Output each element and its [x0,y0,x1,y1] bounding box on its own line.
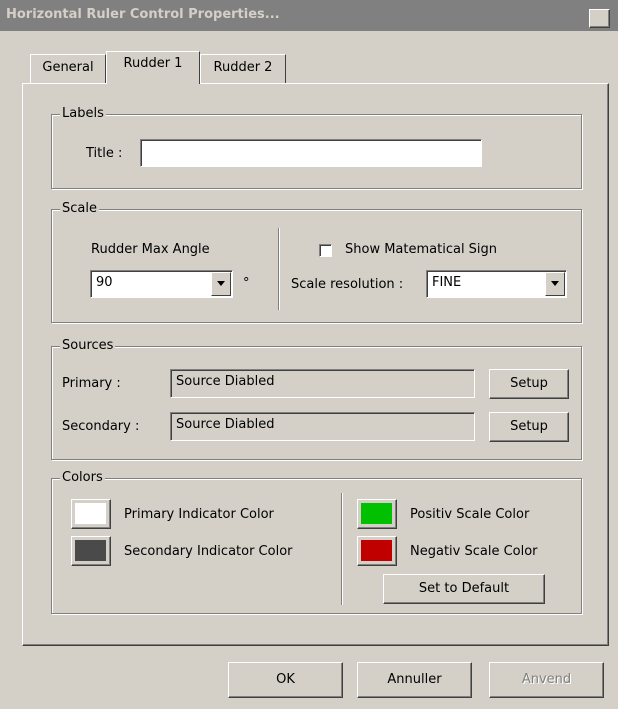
show-sign-label: Show Matematical Sign [345,242,498,257]
show-sign-checkbox[interactable] [319,244,332,257]
scale-legend: Scale [60,201,99,217]
negative-color-fill [361,540,392,561]
secondary-setup-button[interactable]: Setup [489,412,569,442]
resolution-select[interactable]: FINE [426,270,567,298]
primary-color-label: Primary Indicator Color [124,507,274,522]
tab-rudder-1[interactable]: Rudder 1 [106,51,200,84]
secondary-color-swatch[interactable] [71,536,111,566]
tab-general-label: General [42,60,94,75]
primary-label: Primary : [62,376,121,391]
scale-divider [278,228,280,310]
max-angle-label: Rudder Max Angle [91,242,210,257]
scale-group: Scale Rudder Max Angle 90 ° Show Matemat… [51,201,582,323]
title-bar: Horizontal Ruler Control Properties... × [0,0,618,31]
positive-color-fill [361,503,392,524]
degree-label: ° [243,276,250,291]
close-button[interactable]: × [589,9,610,28]
close-icon: × [593,10,606,26]
tab-rudder-1-label: Rudder 1 [123,56,183,71]
primary-setup-button[interactable]: Setup [489,369,569,399]
chevron-down-icon[interactable] [211,272,231,296]
secondary-label: Secondary : [62,419,140,434]
sources-group: Sources Primary : Source Diabled Setup S… [51,338,582,460]
negative-color-label: Negativ Scale Color [410,544,538,559]
positive-color-label: Positiv Scale Color [410,507,530,522]
secondary-color-label: Secondary Indicator Color [124,544,293,559]
set-default-button[interactable]: Set to Default [383,574,545,604]
colors-legend: Colors [60,470,105,486]
labels-group: Labels Title : [51,106,582,189]
max-angle-select[interactable]: 90 [90,270,233,298]
primary-color-swatch[interactable] [71,499,111,529]
positive-color-swatch[interactable] [357,499,397,529]
resolution-label: Scale resolution : [291,277,404,292]
tab-panel: Labels Title : Scale Rudder Max Angle 90… [22,83,609,646]
colors-group: Colors Primary Indicator Color Secondary… [51,470,582,614]
secondary-source-field: Source Diabled [170,412,475,441]
tab-rudder-2[interactable]: Rudder 2 [200,54,286,84]
secondary-color-fill [75,540,106,561]
sources-legend: Sources [60,338,116,354]
ok-button[interactable]: OK [228,662,343,698]
negative-color-swatch[interactable] [357,536,397,566]
primary-color-fill [75,503,106,524]
title-input[interactable] [140,139,482,167]
tab-rudder-2-label: Rudder 2 [213,60,273,75]
window-title: Horizontal Ruler Control Properties... [6,7,280,22]
labels-legend: Labels [60,106,106,122]
primary-source-field: Source Diabled [170,369,475,398]
chevron-down-icon[interactable] [545,272,565,296]
apply-button[interactable]: Anvend [489,662,604,698]
cancel-button[interactable]: Annuller [357,662,472,698]
tab-general[interactable]: General [30,54,106,84]
colors-divider [341,493,343,605]
title-label: Title : [86,146,123,161]
